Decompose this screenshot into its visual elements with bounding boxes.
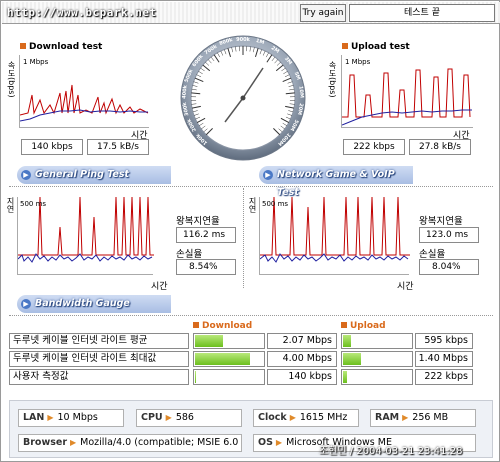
ping-left-delay-label: 왕복지연율 bbox=[176, 216, 220, 227]
download-bar bbox=[193, 351, 265, 367]
upload-bar bbox=[341, 351, 413, 367]
upload-ylabel: 속도(bps) bbox=[328, 61, 337, 98]
bw-download-header: Download bbox=[193, 321, 252, 331]
bullet-icon bbox=[342, 43, 348, 49]
gauge-hub bbox=[240, 95, 246, 101]
ping-right-loss-label: 손실율 bbox=[419, 249, 446, 260]
download-scale-label: 1 Mbps bbox=[23, 58, 49, 66]
speed-test-window: http://www.bcpark.net Try again 테스트 끝 Do… bbox=[0, 0, 500, 462]
upload-bar bbox=[341, 333, 413, 349]
download-series-blue bbox=[20, 109, 148, 122]
clock-info: Clock ▶ 1615 MHz bbox=[253, 409, 359, 427]
arrow-right-icon: ▶ bbox=[21, 299, 31, 309]
bullet-icon bbox=[20, 43, 26, 49]
upload-bar-fill bbox=[343, 353, 361, 365]
arrow-right-icon: ▶ bbox=[275, 438, 283, 447]
bandwidth-row-name: 두루넷 케이블 인터넷 라이트 평균 bbox=[9, 333, 189, 349]
upload-value: 222 kbps bbox=[415, 369, 473, 385]
divider bbox=[9, 186, 493, 187]
arrow-right-icon: ▶ bbox=[70, 438, 77, 447]
divider bbox=[9, 315, 493, 316]
tab-network-game[interactable]: ▶ Network Game & VoIP Test bbox=[259, 166, 413, 198]
bullet-icon bbox=[341, 322, 347, 328]
bullet-icon bbox=[193, 322, 199, 328]
download-bar-fill bbox=[195, 353, 250, 365]
upload-kbps-value: 222 kbps bbox=[343, 139, 405, 155]
upload-bar-fill bbox=[343, 371, 347, 383]
ping-right-scale-label: 500 ms bbox=[262, 200, 289, 208]
ram-info: RAM ▶ 256 MB bbox=[370, 409, 476, 427]
download-kbs-value: 17.5 kB/s bbox=[87, 139, 149, 155]
download-kbps-value: 140 kbps bbox=[21, 139, 83, 155]
ping-left-chart: 500 ms bbox=[17, 197, 154, 275]
upload-kbs-value: 27.8 kB/s bbox=[409, 139, 471, 155]
upload-test-title: Upload test bbox=[342, 42, 410, 52]
ping-left-loss-value: 8.54% bbox=[176, 259, 236, 275]
arrow-right-icon: ▶ bbox=[289, 413, 296, 422]
arrow-right-icon: ▶ bbox=[263, 170, 273, 180]
ping-right-loss-value: 8.04% bbox=[419, 259, 479, 275]
upload-value: 595 kbps bbox=[415, 333, 473, 349]
bw-upload-header: Upload bbox=[341, 321, 386, 331]
try-again-button[interactable]: Try again bbox=[300, 4, 346, 22]
arrow-right-icon: ▶ bbox=[47, 413, 54, 422]
ping-left-loss-label: 손실율 bbox=[176, 249, 203, 260]
divider-vertical bbox=[243, 188, 244, 288]
ping-left-chart-svg bbox=[18, 197, 154, 263]
ping-right-chart-svg bbox=[260, 197, 410, 263]
ping-left-ylabel: 지연 bbox=[6, 197, 15, 213]
ping-left-scale-label: 500 ms bbox=[20, 200, 47, 208]
download-value: 4.00 Mbps bbox=[267, 351, 337, 367]
arrow-right-icon: ▶ bbox=[402, 413, 409, 422]
bandwidth-row-name: 두루넷 케이블 인터넷 라이트 최대값 bbox=[9, 351, 189, 367]
ping-right-chart: 500 ms bbox=[259, 197, 410, 275]
tab-general-ping[interactable]: ▶ General Ping Test bbox=[17, 166, 171, 184]
tab-bandwidth-gauge[interactable]: ▶ Bandwidth Gauge bbox=[17, 295, 171, 313]
download-value: 140 kbps bbox=[267, 369, 337, 385]
arrow-right-icon: ▶ bbox=[21, 170, 31, 180]
upload-chart: 1 Mbps bbox=[341, 55, 473, 128]
download-bar bbox=[193, 369, 265, 385]
download-ylabel: 속도(bps) bbox=[7, 61, 16, 98]
timestamp-watermark: 조현민 / 2004-03-21 23:41:28 bbox=[319, 446, 463, 457]
bandwidth-row-name: 사용자 측정값 bbox=[9, 369, 189, 385]
ping-left-delay-value: 116.2 ms bbox=[176, 227, 236, 243]
test-status: 테스트 끝 bbox=[349, 4, 495, 22]
upload-scale-label: 1 Mbps bbox=[345, 58, 371, 66]
download-bar bbox=[193, 333, 265, 349]
upload-bar-fill bbox=[343, 335, 352, 347]
ping-right-ylabel: 지연 bbox=[248, 197, 257, 213]
upload-bar bbox=[341, 369, 413, 385]
gauge-svg bbox=[180, 35, 306, 161]
ping-right-xlabel: 시간 bbox=[397, 282, 414, 292]
arrow-right-icon: ▶ bbox=[165, 413, 172, 422]
cpu-info: CPU ▶ 586 bbox=[136, 409, 242, 427]
upload-value: 1.40 Mbps bbox=[415, 351, 473, 367]
download-chart: 1 Mbps bbox=[19, 55, 149, 128]
gauge-tick-label: 10M bbox=[297, 86, 305, 99]
browser-info: Browser ▶ Mozilla/4.0 (compatible; MSIE 6.… bbox=[18, 434, 242, 452]
download-test-title: Download test bbox=[20, 42, 102, 52]
lan-info: LAN ▶ 10 Mbps bbox=[18, 409, 124, 427]
top-bar: http://www.bcpark.net Try again 테스트 끝 bbox=[2, 2, 500, 24]
site-url[interactable]: http://www.bcpark.net bbox=[7, 6, 157, 19]
ping-left-xlabel: 시간 bbox=[151, 282, 168, 292]
ping-right-delay-value: 123.0 ms bbox=[419, 227, 479, 243]
upload-series-red bbox=[342, 68, 471, 118]
download-bar-fill bbox=[195, 371, 197, 383]
download-bar-fill bbox=[195, 335, 223, 347]
gauge-tick-label: 900k bbox=[236, 37, 250, 43]
ping-right-delay-label: 왕복지연율 bbox=[419, 216, 463, 227]
speed-gauge: 100k 200k 300k 400k 500k 600k 700k 800k 900k 1M 2M… bbox=[179, 34, 307, 162]
download-value: 2.07 Mbps bbox=[267, 333, 337, 349]
